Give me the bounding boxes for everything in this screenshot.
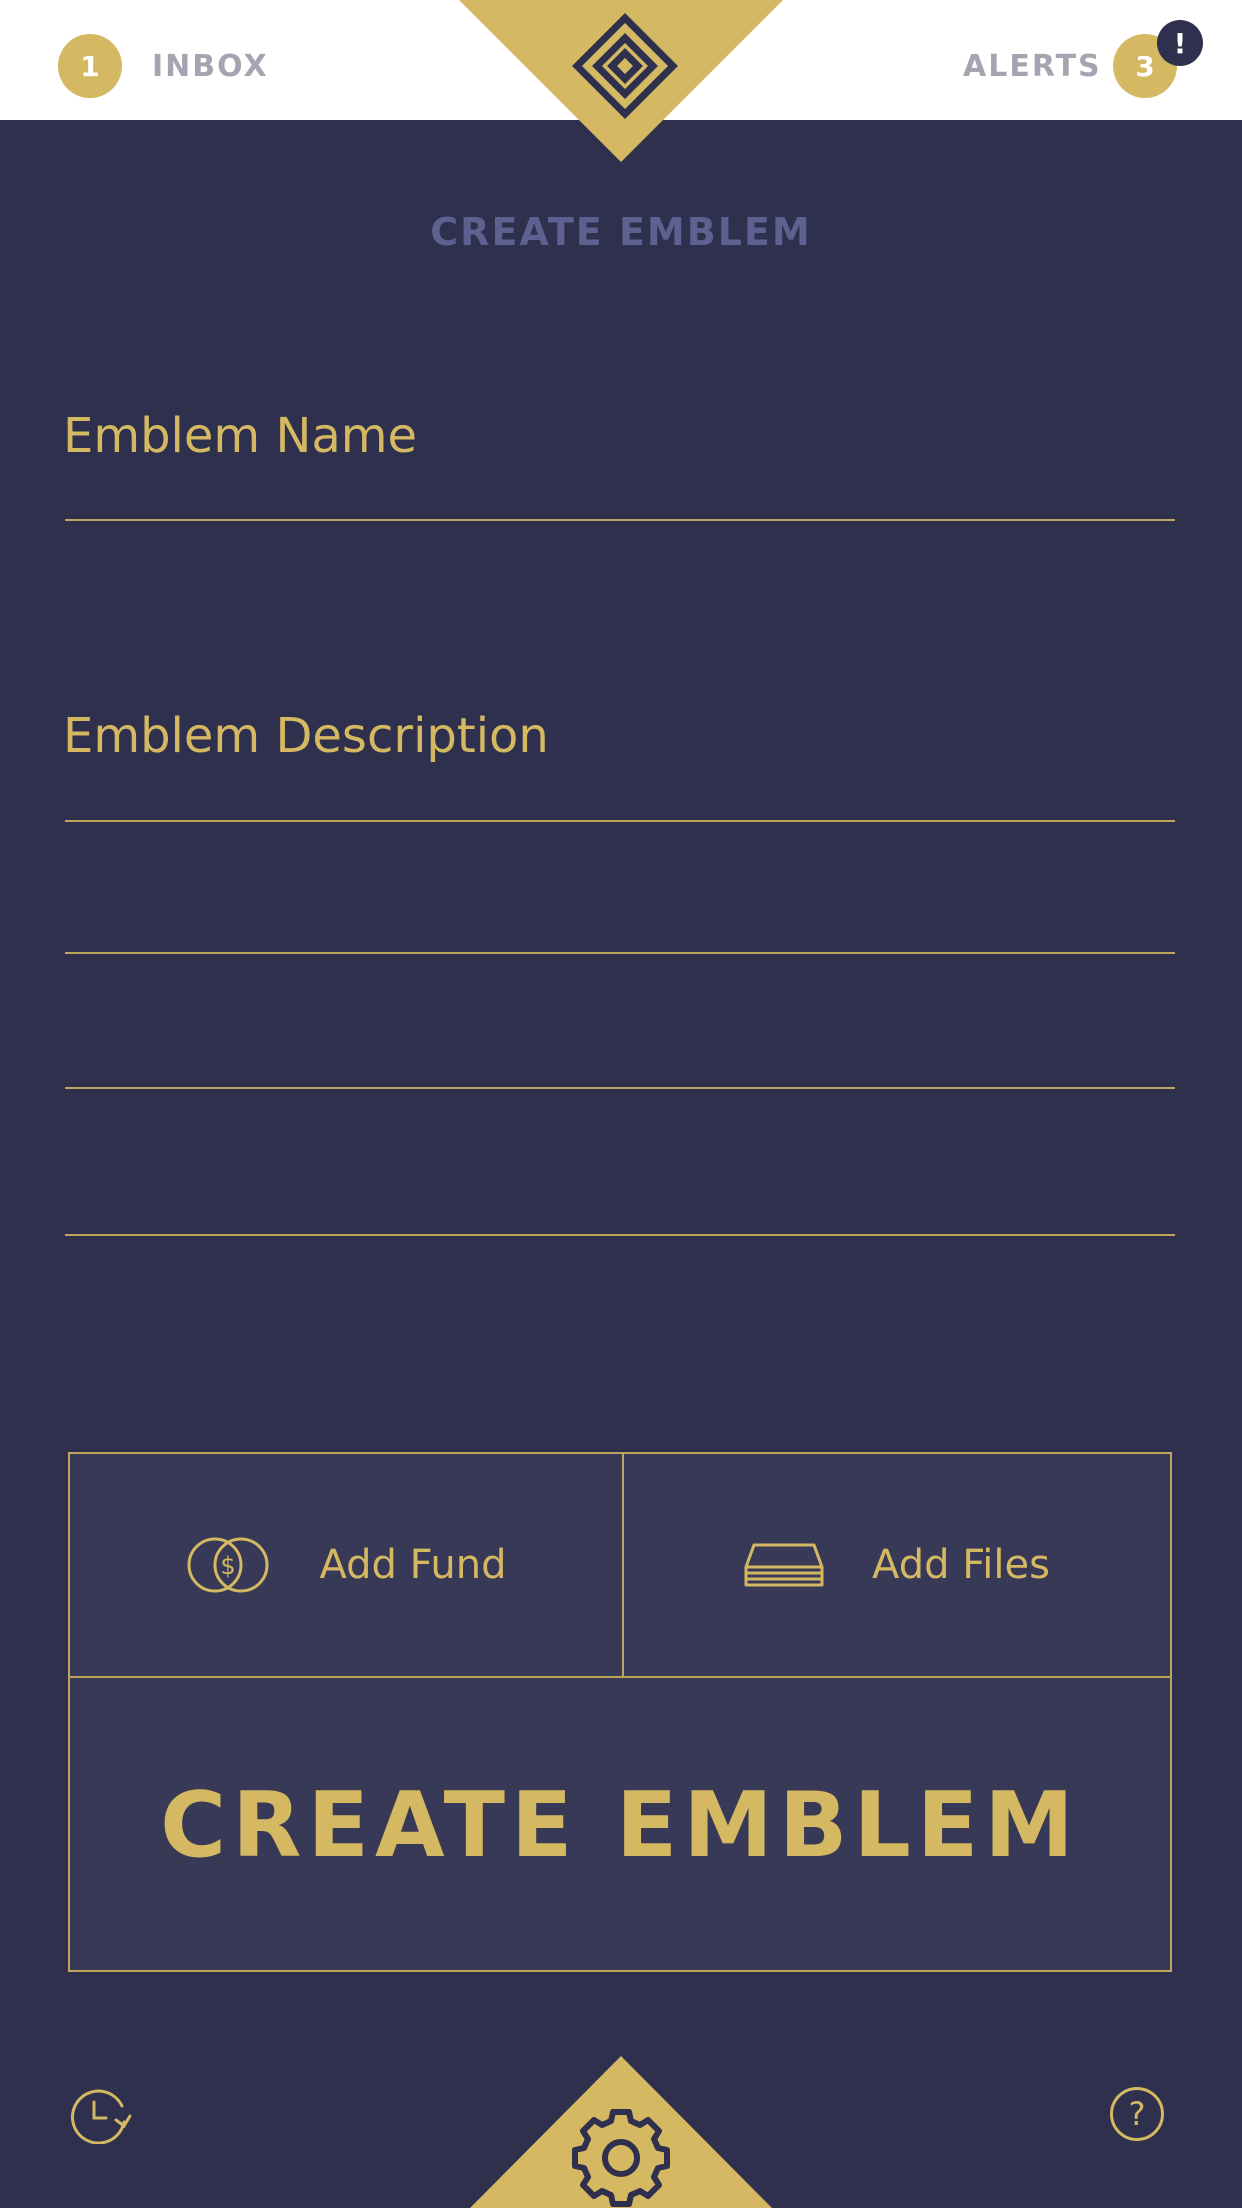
help-button[interactable]: ? [1110,2087,1164,2141]
create-emblem-button[interactable]: CREATE EMBLEM [70,1678,1170,1972]
stacked-files-icon [744,1543,824,1587]
emblem-name-field[interactable] [65,519,1175,521]
emblem-description-line-4[interactable] [65,1234,1175,1236]
page-title: CREATE EMBLEM [430,210,812,254]
emblem-name-label: Emblem Name [63,408,418,464]
inbox-count-badge[interactable]: 1 [58,34,122,98]
action-panel: $ Add Fund Add Files CREATE EMBLEM [68,1452,1172,1972]
add-files-button[interactable]: Add Files [624,1454,1170,1676]
emblem-logo-icon[interactable] [459,0,783,162]
alerts-link[interactable]: ALERTS [963,49,1102,84]
alert-indicator: ! [1157,20,1203,66]
add-files-label: Add Files [872,1542,1050,1588]
emblem-description-line-3[interactable] [65,1087,1175,1089]
svg-text:$: $ [221,1552,236,1580]
settings-button[interactable] [470,2056,772,2208]
emblem-description-label: Emblem Description [63,708,549,764]
fund-coin-icon: $ [187,1537,269,1593]
emblem-description-line-2[interactable] [65,952,1175,954]
add-fund-button[interactable]: $ Add Fund [70,1454,622,1676]
history-icon[interactable] [70,2084,136,2144]
add-fund-label: Add Fund [319,1542,507,1588]
emblem-description-line-1[interactable] [65,820,1175,822]
help-icon: ? [1128,2095,1146,2133]
inbox-link[interactable]: INBOX [152,49,269,84]
